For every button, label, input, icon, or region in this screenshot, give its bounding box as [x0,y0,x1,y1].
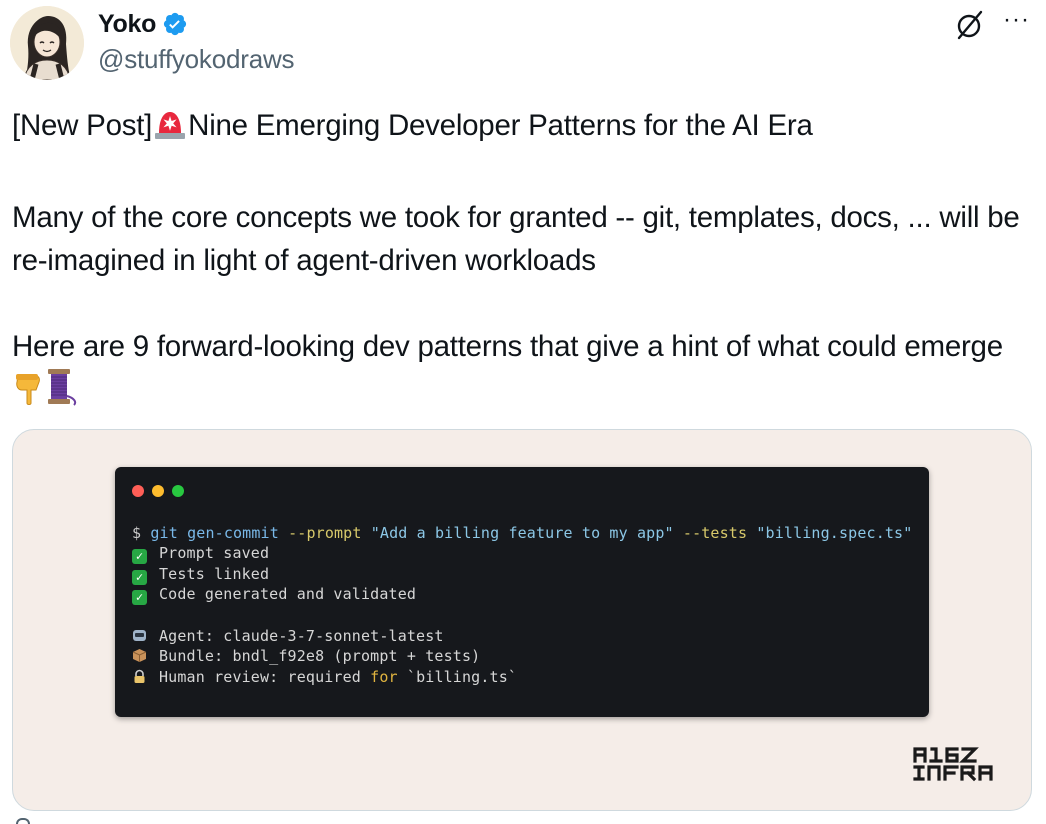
text-paragraph-2: Many of the core concepts we took for gr… [12,201,1020,277]
rotating-light-icon [152,107,188,153]
lock-icon [132,669,147,684]
avatar[interactable] [10,6,84,80]
terminal-review-keyword: for [370,668,398,686]
check-icon: ✓ [132,590,147,605]
terminal-check-text-2: Tests linked [159,565,270,583]
terminal-check-line-1: ✓ Prompt saved [132,544,269,564]
more-options-icon[interactable]: ··· [1003,8,1030,42]
author-info: Yoko @stuffyokodraws [98,8,295,75]
display-name[interactable]: Yoko [98,10,156,39]
top-actions: ··· [953,8,1030,42]
terminal-str-tests: "billing.spec.ts" [756,524,913,542]
terminal-review-text: Human review: required [159,668,371,686]
terminal-check-text-1: Prompt saved [159,544,270,562]
text-paragraph-3: Here are 9 forward-looking dev patterns … [12,325,1036,418]
text-line-1: [New Post] Nine Emerging Developer Patte… [12,104,1036,153]
terminal-check-line-3: ✓ Code generated and validated [132,585,416,605]
grok-icon[interactable] [953,8,987,42]
tweet: Yoko @stuffyokodraws ··· [New Post] Nine… [0,0,1046,824]
terminal-flag-prompt: --prompt [288,524,371,542]
tweet-text: [New Post] Nine Emerging Developer Patte… [12,104,1036,418]
verified-badge-icon[interactable] [162,11,188,37]
text-headline: Nine Emerging Developer Patterns for the… [188,109,813,142]
terminal-prompt: $ [132,524,151,542]
terminal-agent-line: Agent: claude-3-7-sonnet-latest [132,627,444,645]
text-paragraph-3-main: Here are 9 forward-looking dev patterns … [12,330,1003,363]
terminal-cmd: git gen-commit [150,524,289,542]
terminal-command-line: $ git gen-commit --prompt "Add a billing… [132,524,912,542]
robot-icon [132,628,147,643]
terminal-str-prompt: "Add a billing feature to my app" [370,524,683,542]
handle[interactable]: @stuffyokodraws [98,44,295,75]
footer-partial-icon [16,818,30,824]
thread-spool-icon [44,368,78,418]
check-icon: ✓ [132,549,147,564]
terminal-bundle-line: Bundle: bndl_f92e8 (prompt + tests) [132,647,480,665]
terminal-bundle-text: Bundle: bndl_f92e8 (prompt + tests) [159,647,481,665]
terminal-check-line-2: ✓ Tests linked [132,565,269,585]
text-new-post: [New Post] [12,109,153,142]
pointing-down-icon [12,372,44,418]
terminal-window: $ git gen-commit --prompt "Add a billing… [115,467,929,717]
close-dot-icon [132,485,144,497]
maximize-dot-icon [172,485,184,497]
a16z-infra-logo [911,743,1003,783]
window-controls [132,485,184,497]
terminal-review-file: `billing.ts` [397,668,518,686]
terminal-check-text-3: Code generated and validated [159,585,417,603]
minimize-dot-icon [152,485,164,497]
terminal-review-line: Human review: required for `billing.ts` [132,668,517,686]
terminal-agent-text: Agent: claude-3-7-sonnet-latest [159,627,444,645]
check-icon: ✓ [132,570,147,585]
terminal-flag-tests: --tests [682,524,757,542]
media-card[interactable]: $ git gen-commit --prompt "Add a billing… [12,429,1032,811]
package-icon [132,648,147,663]
